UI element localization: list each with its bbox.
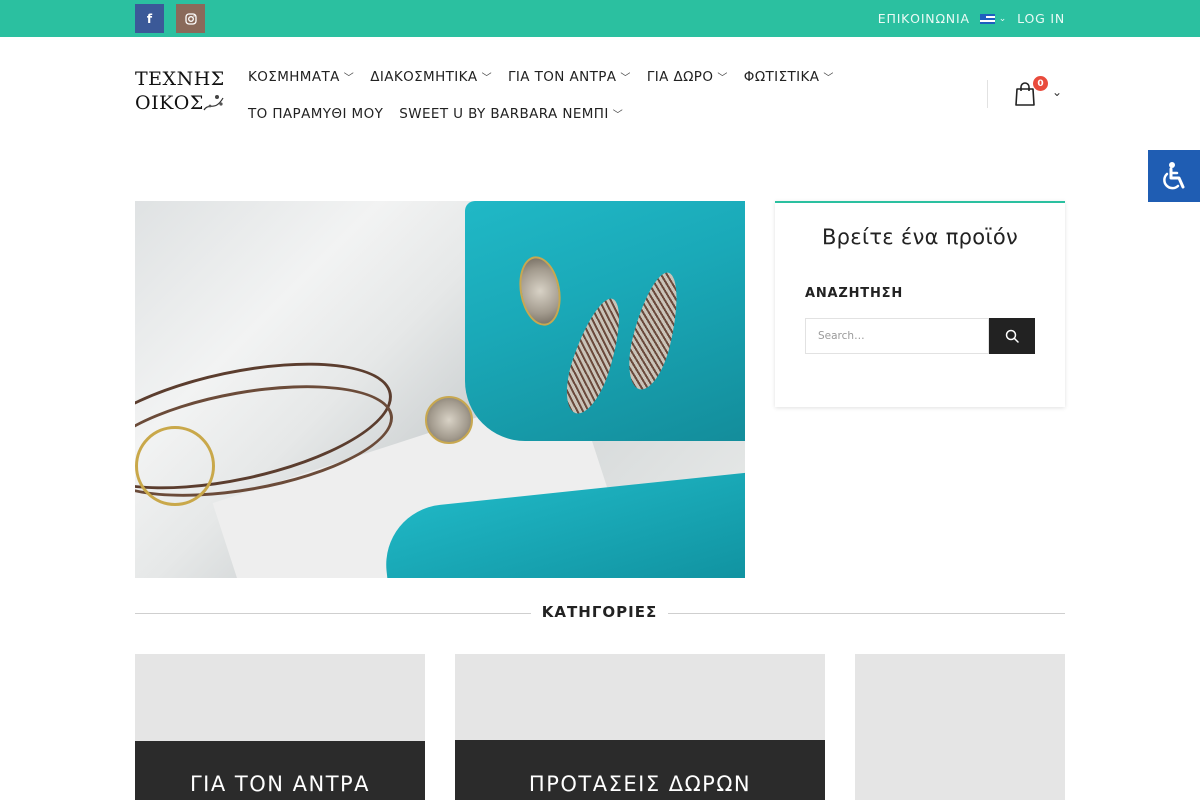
gold-hoop (135, 426, 215, 506)
chevron-down-icon: ﹀ (823, 73, 834, 84)
accessibility-button[interactable] (1148, 150, 1200, 202)
nav-label: ΓΙΑ ΔΩΡΟ (646, 68, 714, 85)
nav-item-sweet-u[interactable]: SWEET U BY BARBARA ΝΕΜΠΙ ﹀ (399, 106, 623, 122)
search-input[interactable] (805, 318, 989, 354)
category-card-gift-ideas[interactable]: ΠΡΟΤΑΣΕΙΣ ΔΩΡΩΝ (455, 654, 825, 800)
nav-label: ΓΙΑ ΤΟΝ ΑΝΤΡΑ (507, 68, 617, 85)
main-nav: ΚΟΣΜΗΜΑΤΑ ﹀ ΔΙΑΚΟΣΜΗΤΙΚΑ ﹀ ΓΙΑ ΤΟΝ ΑΝΤΡΑ ﹀ … (248, 58, 868, 132)
divider-line (135, 613, 531, 614)
category-card[interactable] (855, 654, 1065, 800)
chevron-down-icon: ⌄ (998, 13, 1008, 24)
nav-item-jewelry[interactable]: ΚΟΣΜΗΜΑΤΑ ﹀ (248, 69, 354, 85)
greek-flag-icon (979, 13, 995, 24)
category-card-label: ΓΙΑ ΤΟΝ ΑΝΤΡΑ (189, 772, 371, 796)
search-heading: ΑΝΑΖΗΤΗΣΗ (805, 286, 904, 301)
category-card-for-men[interactable]: ΓΙΑ ΤΟΝ ΑΝΤΡΑ (135, 654, 425, 800)
widget-title: Βρείτε ένα προϊόν (821, 225, 1019, 249)
instagram-glyph (184, 12, 197, 25)
earring (425, 396, 473, 444)
facebook-icon[interactable]: f (135, 4, 164, 33)
categories-heading: ΚΑΤΗΓΟΡΙΕΣ (541, 603, 658, 621)
topbar-right: ΕΠΙΚΟΙΝΩΝΙΑ ⌄ LOG IN (878, 0, 1065, 37)
nav-row-2: ΤΟ ΠΑΡΑΜΥΘΙ ΜΟΥ SWEET U BY BARBARA ΝΕΜΠΙ… (248, 95, 868, 132)
nav-item-for-men[interactable]: ΓΙΑ ΤΟΝ ΑΝΤΡΑ ﹀ (508, 69, 631, 85)
nav-label: ΔΙΑΚΟΣΜΗΤΙΚΑ (370, 68, 478, 85)
cart-count-badge: 0 (1033, 76, 1048, 91)
nav-label: ΦΩΤΙΣΤΙΚΑ (743, 68, 820, 85)
search-icon (1005, 329, 1019, 343)
chevron-down-icon: ﹀ (343, 73, 355, 84)
logo-line-1: ΤΕΧΝΗΣ (135, 68, 225, 90)
chevron-down-icon: ﹀ (620, 73, 631, 84)
logo-line-2: ΟΙΚΟΣ (135, 92, 204, 114)
site-logo[interactable]: ΤΕΧΝΗΣ ΟΙΚΟΣ (135, 68, 227, 118)
chevron-down-icon: ﹀ (612, 110, 624, 121)
product-search-widget: Βρείτε ένα προϊόν ΑΝΑΖΗΤΗΣΗ (775, 201, 1065, 407)
chevron-down-icon: ﹀ (481, 73, 492, 84)
top-bar: f ΕΠΙΚΟΙΝΩΝΙΑ ⌄ LOG IN (0, 0, 1200, 37)
chevron-down-icon: ﹀ (717, 73, 728, 84)
nav-label: ΚΟΣΜΗΜΑΤΑ (248, 68, 340, 85)
cart-button[interactable]: 0 ⌄ (1012, 76, 1068, 110)
login-link[interactable]: LOG IN (1017, 11, 1065, 26)
nav-row-1: ΚΟΣΜΗΜΑΤΑ ﹀ ΔΙΑΚΟΣΜΗΤΙΚΑ ﹀ ΓΙΑ ΤΟΝ ΑΝΤΡΑ ﹀ … (248, 58, 868, 95)
search-button[interactable] (989, 318, 1035, 354)
logo-flourish-icon (203, 95, 224, 111)
hero-image (135, 201, 745, 578)
contact-link[interactable]: ΕΠΙΚΟΙΝΩΝΙΑ (878, 11, 970, 26)
category-card-label: ΠΡΟΤΑΣΕΙΣ ΔΩΡΩΝ (528, 772, 752, 796)
nav-label: ΤΟ ΠΑΡΑΜΥΘΙ ΜΟΥ (248, 105, 384, 122)
nav-item-decorative[interactable]: ΔΙΑΚΟΣΜΗΤΙΚΑ ﹀ (370, 69, 492, 85)
accessibility-icon (1163, 162, 1185, 190)
nav-item-lighting[interactable]: ΦΩΤΙΣΤΙΚΑ ﹀ (744, 69, 834, 85)
nav-label: SWEET U BY BARBARA ΝΕΜΠΙ (399, 105, 609, 122)
header-divider (987, 80, 988, 108)
language-switcher[interactable]: ⌄ (979, 13, 1008, 24)
divider-line (668, 613, 1065, 614)
nav-item-my-fairytale[interactable]: ΤΟ ΠΑΡΑΜΥΘΙ ΜΟΥ (248, 106, 383, 122)
nav-item-gifts[interactable]: ΓΙΑ ΔΩΡΟ ﹀ (647, 69, 728, 85)
instagram-icon[interactable] (176, 4, 205, 33)
chevron-down-icon[interactable]: ⌄ (1052, 85, 1062, 99)
